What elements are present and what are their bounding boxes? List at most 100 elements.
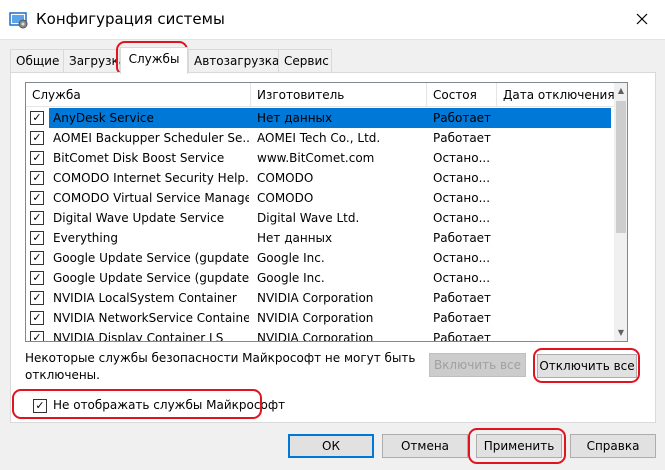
tab-startup[interactable]: Автозагрузка	[188, 49, 279, 73]
service-checkbox[interactable]: ✓	[30, 331, 44, 341]
service-name: AnyDesk Service	[53, 111, 154, 125]
service-status: Работает	[433, 131, 492, 145]
enable-all-button[interactable]: Включить все	[429, 353, 526, 377]
service-name: COMODO Virtual Service Manager	[53, 191, 249, 205]
ok-button[interactable]: ОК	[288, 434, 374, 458]
services-panel: Служба Изготовитель Состоя Дата отключен…	[10, 72, 656, 423]
security-note-line1: Некоторые службы безопасности Майкрософт…	[25, 351, 416, 365]
service-manufacturer: www.BitComet.com	[257, 151, 375, 165]
service-checkbox[interactable]: ✓	[30, 251, 44, 265]
vertical-scrollbar[interactable]: ▲ ▼	[614, 83, 627, 341]
service-manufacturer: Нет данных	[257, 231, 333, 245]
table-row[interactable]: ✓ COMODO Virtual Service Manager COMODO Ост…	[26, 188, 611, 208]
service-name: NVIDIA Display Container LS	[53, 331, 224, 342]
service-checkbox[interactable]: ✓	[30, 311, 44, 325]
service-name: Google Update Service (gupdate)	[53, 251, 249, 265]
service-status: Остано...	[433, 251, 491, 265]
table-row[interactable]: ✓ Everything Нет данных Работает	[26, 228, 611, 248]
service-disabled-date	[503, 228, 611, 248]
service-checkbox[interactable]: ✓	[30, 291, 44, 305]
services-list[interactable]: Служба Изготовитель Состоя Дата отключен…	[25, 82, 628, 342]
table-row[interactable]: ✓ AnyDesk Service Нет данных Работает	[26, 108, 611, 128]
tab-tools[interactable]: Сервис	[278, 49, 332, 73]
service-disabled-date	[503, 328, 611, 341]
table-row[interactable]: ✓ BitComet Disk Boost Service www.BitComet…	[26, 148, 611, 168]
scroll-thumb[interactable]	[616, 101, 626, 233]
service-checkbox[interactable]: ✓	[30, 191, 44, 205]
cancel-button[interactable]: Отмена	[382, 434, 468, 458]
service-checkbox[interactable]: ✓	[30, 211, 44, 225]
column-header-manufacturer[interactable]: Изготовитель	[251, 83, 427, 107]
service-status: Работает	[433, 331, 492, 342]
service-disabled-date	[503, 288, 611, 308]
service-checkbox[interactable]: ✓	[30, 231, 44, 245]
title-bar: Конфигурация системы	[0, 0, 665, 40]
service-manufacturer: AOMEI Tech Co., Ltd.	[257, 131, 381, 145]
tab-general[interactable]: Общие	[10, 49, 64, 73]
service-checkbox[interactable]: ✓	[30, 171, 44, 185]
service-status: Остано...	[433, 211, 491, 225]
service-name: COMODO Internet Security Help...	[53, 171, 249, 185]
service-manufacturer: NVIDIA Corporation	[257, 291, 374, 305]
column-header-disabled-date[interactable]: Дата отключения	[497, 83, 616, 107]
service-disabled-date	[503, 268, 611, 288]
table-row[interactable]: ✓ Google Update Service (gupdate) Google I…	[26, 248, 611, 268]
service-rows: ✓ AnyDesk Service Нет данных Работает ✓ AOMEI…	[26, 108, 611, 342]
security-note-line2: отключены.	[25, 368, 100, 382]
service-manufacturer: NVIDIA Corporation	[257, 331, 374, 342]
service-disabled-date	[503, 188, 611, 208]
table-row[interactable]: ✓ COMODO Internet Security Help... COMODO О…	[26, 168, 611, 188]
system-config-icon	[9, 12, 28, 29]
tab-services[interactable]: Службы	[120, 47, 188, 74]
service-disabled-date	[503, 128, 611, 148]
service-status: Остано...	[433, 271, 491, 285]
service-name: Digital Wave Update Service	[53, 211, 225, 225]
service-manufacturer: Digital Wave Ltd.	[257, 211, 360, 225]
service-manufacturer: COMODO	[257, 171, 314, 185]
service-disabled-date	[503, 248, 611, 268]
column-header-service[interactable]: Служба	[26, 83, 251, 107]
close-icon	[636, 13, 648, 25]
table-row[interactable]: ✓ NVIDIA NetworkService Container NVIDIA C…	[26, 308, 611, 328]
window-title: Конфигурация системы	[36, 10, 225, 28]
table-row[interactable]: ✓ Google Update Service (gupdate Google In…	[26, 268, 611, 288]
service-name: BitComet Disk Boost Service	[53, 151, 225, 165]
column-header-status[interactable]: Состоя	[427, 83, 497, 107]
service-status: Остано...	[433, 191, 491, 205]
service-status: Остано...	[433, 151, 491, 165]
service-checkbox[interactable]: ✓	[30, 271, 44, 285]
service-checkbox[interactable]: ✓	[30, 151, 44, 165]
service-checkbox[interactable]: ✓	[30, 131, 44, 145]
table-row[interactable]: ✓ NVIDIA Display Container LS NVIDIA Corpo…	[26, 328, 611, 342]
service-status: Работает	[433, 231, 492, 245]
service-status: Работает	[433, 311, 492, 325]
service-manufacturer: COMODO	[257, 191, 314, 205]
service-name: NVIDIA NetworkService Container	[53, 311, 249, 325]
help-button[interactable]: Справка	[570, 434, 656, 458]
service-checkbox[interactable]: ✓	[30, 111, 44, 125]
service-name: AOMEI Backupper Scheduler Se...	[53, 131, 249, 145]
scroll-up-icon[interactable]: ▲	[614, 83, 627, 99]
scroll-down-icon[interactable]: ▼	[614, 325, 627, 341]
service-name: Everything	[53, 231, 118, 245]
tab-boot[interactable]: Загрузка	[63, 49, 126, 73]
service-manufacturer: NVIDIA Corporation	[257, 311, 374, 325]
service-disabled-date	[503, 308, 611, 328]
service-disabled-date	[503, 168, 611, 188]
service-manufacturer: Нет данных	[257, 111, 333, 125]
close-button[interactable]	[619, 0, 665, 38]
table-row[interactable]: ✓ AOMEI Backupper Scheduler Se... AOMEI Te…	[26, 128, 611, 148]
table-row[interactable]: ✓ Digital Wave Update Service Digital Wave…	[26, 208, 611, 228]
service-disabled-date	[503, 208, 611, 228]
service-disabled-date	[503, 108, 611, 128]
disable-all-button[interactable]: Отключить все	[537, 354, 637, 378]
apply-button[interactable]: Применить	[476, 434, 562, 458]
service-status: Работает	[433, 291, 492, 305]
table-row[interactable]: ✓ NVIDIA LocalSystem Container NVIDIA Corp…	[26, 288, 611, 308]
service-status: Работает	[433, 111, 492, 125]
service-name: NVIDIA LocalSystem Container	[53, 291, 237, 305]
service-disabled-date	[503, 148, 611, 168]
service-manufacturer: Google Inc.	[257, 271, 325, 285]
hide-microsoft-services-check[interactable]: ✓	[33, 399, 47, 413]
service-manufacturer: Google Inc.	[257, 251, 325, 265]
